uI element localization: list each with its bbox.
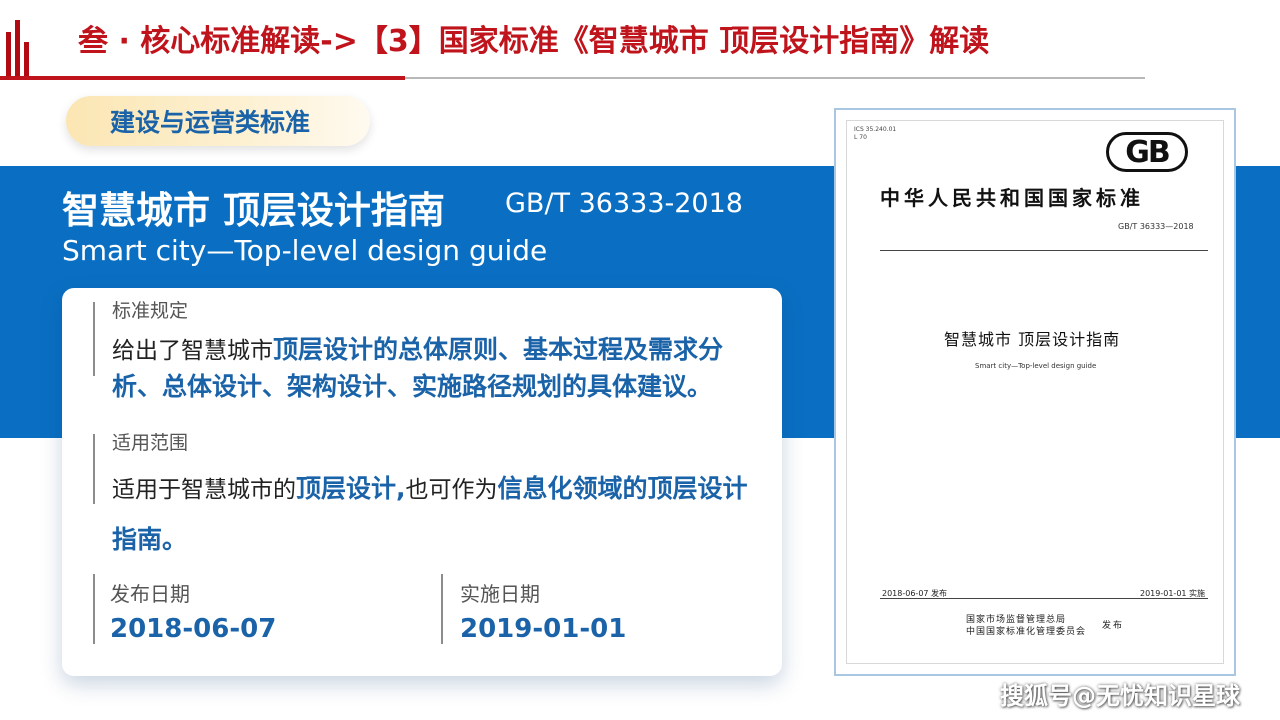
scope-label: 适用范围 xyxy=(112,432,189,454)
standard-title-en: Smart city—Top-level design guide xyxy=(62,234,548,267)
cover-title-en: Smart city—Top-level design guide xyxy=(975,362,1097,370)
header-divider-gray xyxy=(405,77,1145,79)
cover-ics: ICS 35.240.01 L 70 xyxy=(854,126,896,142)
provision-label: 标准规定 xyxy=(112,300,189,322)
standard-title-cn: 智慧城市 顶层设计指南 xyxy=(62,189,445,232)
provision-divider xyxy=(93,302,95,376)
publish-divider xyxy=(93,574,95,644)
info-card: 标准规定 给出了智慧城市顶层设计的总体原则、基本过程及需求分析、总体设计、架构设… xyxy=(62,288,782,676)
scope-divider xyxy=(93,434,95,504)
cover-ccs-code: L 70 xyxy=(854,134,867,141)
header-divider-red xyxy=(0,76,405,80)
publish-date-value: 2018-06-07 xyxy=(110,614,277,644)
watermark: 搜狐号@无忧知识星球 xyxy=(1000,682,1240,710)
cover-issuer-2: 中国国家标准化管理委员会 xyxy=(966,627,1087,637)
cover-issue: 发布 xyxy=(1102,621,1125,631)
cover-rule-bottom xyxy=(880,598,1208,599)
gb-logo-icon: GB xyxy=(1106,132,1188,172)
implement-date-value: 2019-01-01 xyxy=(460,614,627,644)
implement-date-label: 实施日期 xyxy=(460,582,540,606)
page-title: 叁 · 核心标准解读->【3】国家标准《智慧城市 顶层设计指南》解读 xyxy=(78,24,990,59)
scope-text-highlight-1: 顶层设计, xyxy=(296,474,406,503)
provision-text: 给出了智慧城市顶层设计的总体原则、基本过程及需求分析、总体设计、架构设计、实施路… xyxy=(112,332,772,406)
cover-national-standard: 中华人民共和国国家标准 xyxy=(880,186,1144,210)
category-badge: 建设与运营类标准 xyxy=(66,96,370,146)
implement-divider xyxy=(441,574,443,644)
cover-rule-top xyxy=(880,250,1208,251)
scope-text: 适用于智慧城市的顶层设计,也可作为信息化领域的顶层设计指南。 xyxy=(112,464,772,566)
scope-text-plain-2: 也可作为 xyxy=(405,477,498,503)
standard-code: GB/T 36333-2018 xyxy=(505,188,743,219)
category-label: 建设与运营类标准 xyxy=(110,108,311,137)
header-logo-icon xyxy=(6,20,34,76)
provision-text-plain: 给出了智慧城市 xyxy=(112,338,273,364)
publish-date-label: 发布日期 xyxy=(110,582,190,606)
scope-text-plain-1: 适用于智慧城市的 xyxy=(112,477,296,503)
cover-title-cn: 智慧城市 顶层设计指南 xyxy=(944,330,1121,349)
cover-ics-code: ICS 35.240.01 xyxy=(854,126,897,133)
cover-code: GB/T 36333—2018 xyxy=(1118,222,1194,231)
